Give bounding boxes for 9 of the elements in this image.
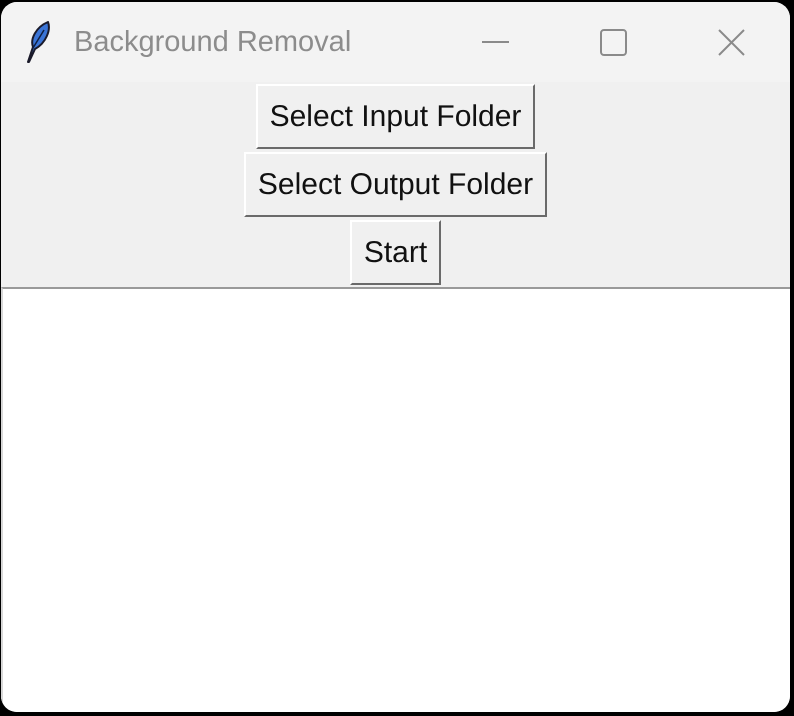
text-area[interactable]	[1, 287, 790, 712]
action-button[interactable]: Select Input Folder	[256, 84, 536, 149]
minimize-icon	[482, 41, 508, 43]
feather-icon	[24, 21, 52, 63]
window-title: Background Removal	[74, 28, 352, 56]
action-button[interactable]: Start	[350, 220, 442, 285]
maximize-icon	[600, 28, 626, 56]
action-button[interactable]: Select Output Folder	[244, 152, 548, 217]
close-icon	[718, 28, 744, 56]
